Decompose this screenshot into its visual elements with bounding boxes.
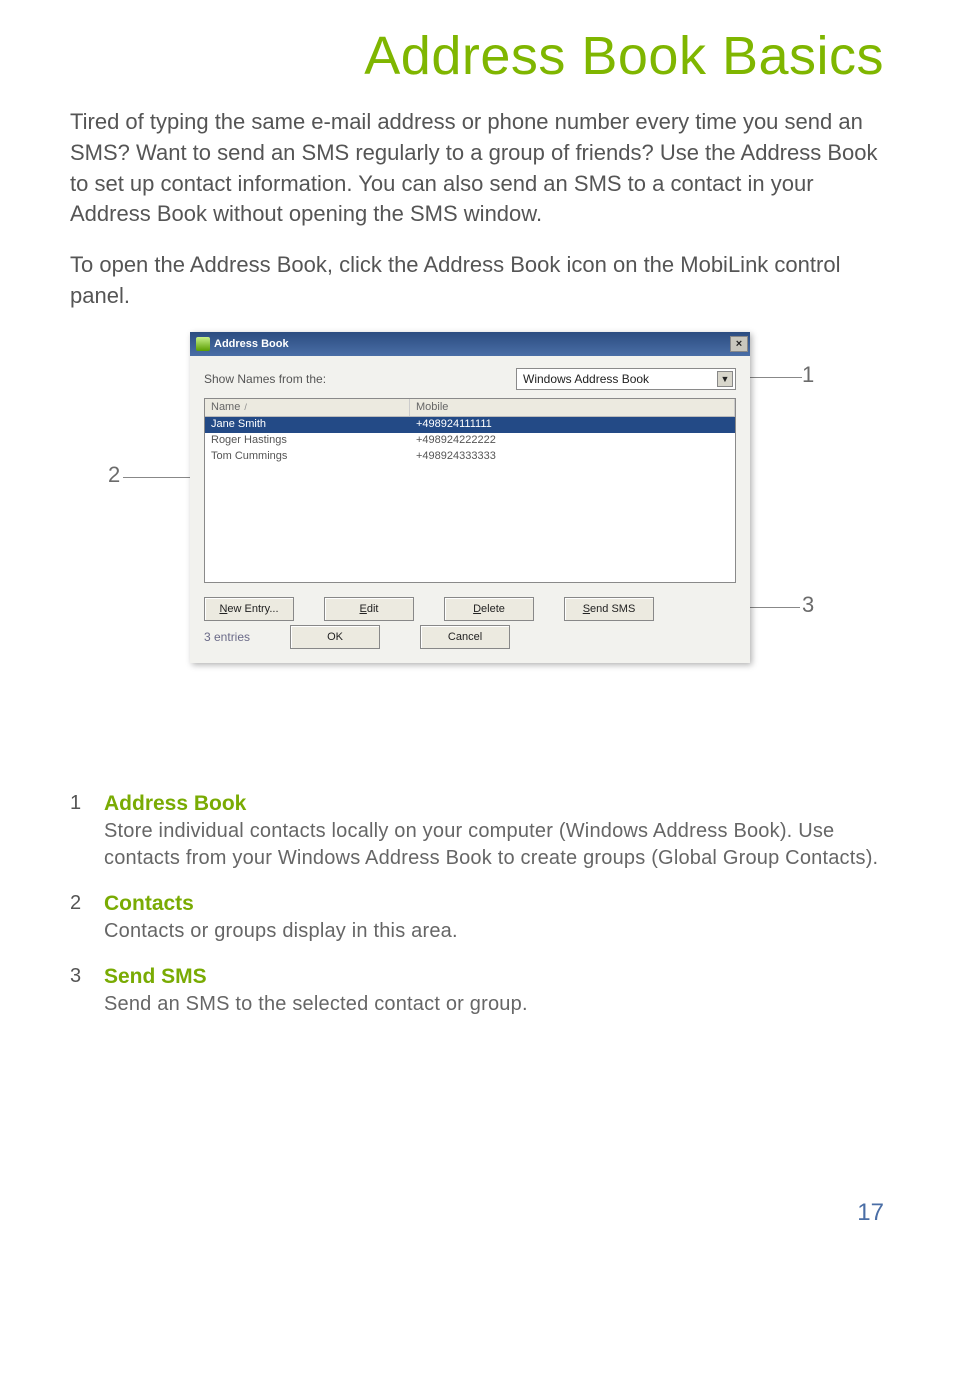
intro-block: Tired of typing the same e-mail address …: [0, 97, 954, 312]
explain-heading: Contacts: [104, 892, 884, 916]
contact-name: Jane Smith: [205, 417, 410, 433]
explain-item: 1Address BookStore individual contacts l…: [70, 792, 884, 872]
callout-1-line: [748, 377, 802, 378]
explain-item: 3Send SMSSend an SMS to the selected con…: [70, 965, 884, 1018]
table-row[interactable]: Jane Smith+498924111111: [205, 417, 735, 433]
edit-button[interactable]: Edit: [324, 597, 414, 621]
column-name[interactable]: Name: [211, 401, 240, 413]
status-row: 3 entries OK Cancel: [190, 625, 750, 663]
explain-number: 2: [70, 892, 104, 945]
page-title: Address Book Basics: [0, 0, 954, 97]
close-icon[interactable]: ×: [730, 336, 748, 352]
intro-paragraph-1: Tired of typing the same e-mail address …: [70, 107, 884, 230]
explain-number: 1: [70, 792, 104, 872]
contact-mobile: +498924333333: [410, 449, 735, 465]
callout-3: 3: [802, 592, 814, 618]
address-book-dropdown[interactable]: Windows Address Book ▼: [516, 368, 736, 390]
dropdown-value: Windows Address Book: [523, 372, 649, 386]
intro-paragraph-2: To open the Address Book, click the Addr…: [70, 250, 884, 312]
send-sms-button[interactable]: Send SMS: [564, 597, 654, 621]
explain-item: 2ContactsContacts or groups display in t…: [70, 892, 884, 945]
explain-heading: Send SMS: [104, 965, 884, 989]
contacts-list[interactable]: Name / Mobile Jane Smith+498924111111Rog…: [204, 398, 736, 583]
explain-text: Send an SMS to the selected contact or g…: [104, 991, 884, 1018]
explain-heading: Address Book: [104, 792, 884, 816]
page-number: 17: [857, 1199, 884, 1227]
explain-text: Contacts or groups display in this area.: [104, 918, 884, 945]
contact-name: Roger Hastings: [205, 433, 410, 449]
address-book-icon: [196, 337, 210, 351]
action-button-row: New Entry... Edit Delete Send SMS: [190, 583, 750, 625]
contact-mobile: +498924222222: [410, 433, 735, 449]
table-row[interactable]: Roger Hastings+498924222222: [205, 433, 735, 449]
status-text: 3 entries: [204, 630, 250, 644]
column-mobile[interactable]: Mobile: [410, 399, 735, 416]
chevron-down-icon[interactable]: ▼: [717, 371, 733, 387]
contact-name: Tom Cummings: [205, 449, 410, 465]
table-row[interactable]: Tom Cummings+498924333333: [205, 449, 735, 465]
callout-1: 1: [802, 362, 814, 388]
contact-mobile: +498924111111: [410, 417, 735, 433]
explain-number: 3: [70, 965, 104, 1018]
callout-2-line: [123, 477, 193, 478]
sort-asc-icon: /: [244, 402, 247, 412]
cancel-button[interactable]: Cancel: [420, 625, 510, 649]
screenshot-area: 2 1 3 Address Book × Show Names from the…: [0, 332, 954, 712]
explain-text: Store individual contacts locally on you…: [104, 818, 884, 872]
address-book-dialog: Address Book × Show Names from the: Wind…: [190, 332, 750, 663]
callout-2: 2: [108, 462, 120, 488]
delete-button[interactable]: Delete: [444, 597, 534, 621]
dialog-titlebar[interactable]: Address Book ×: [190, 332, 750, 356]
new-entry-button[interactable]: New Entry...: [204, 597, 294, 621]
show-names-label: Show Names from the:: [204, 372, 506, 386]
ok-button[interactable]: OK: [290, 625, 380, 649]
dialog-title: Address Book: [214, 338, 289, 350]
show-names-row: Show Names from the: Windows Address Boo…: [190, 356, 750, 398]
contacts-list-header[interactable]: Name / Mobile: [205, 399, 735, 417]
explanation-list: 1Address BookStore individual contacts l…: [70, 792, 884, 1018]
